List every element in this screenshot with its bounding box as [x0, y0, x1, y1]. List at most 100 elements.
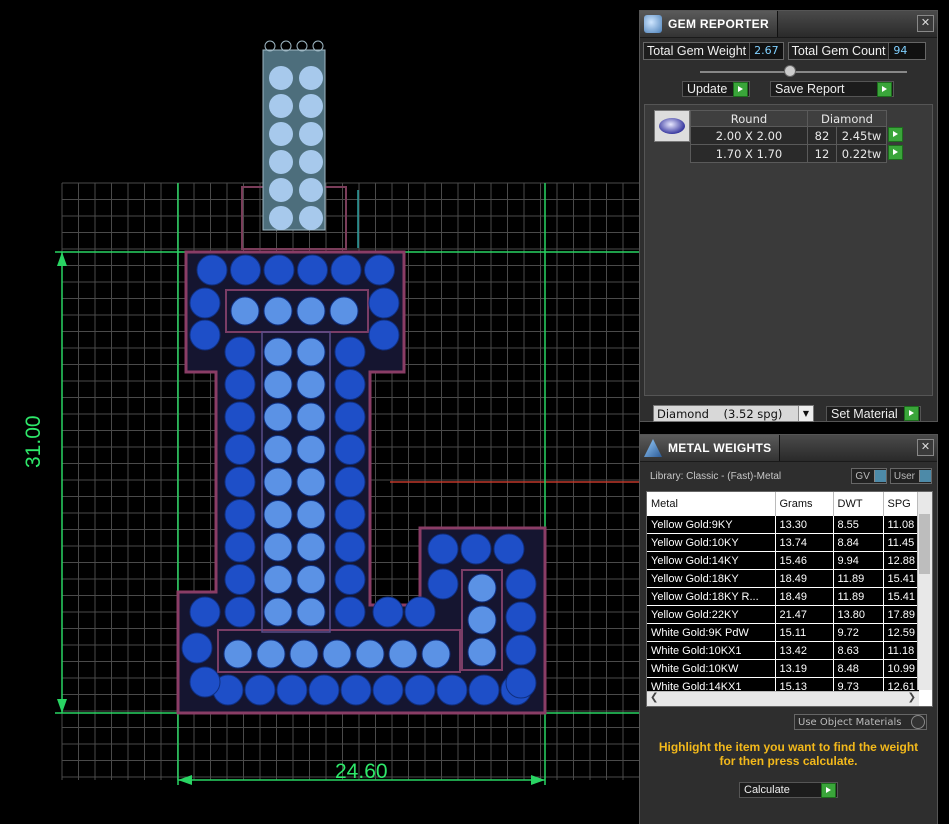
scroll-right-icon[interactable]: ❯	[908, 692, 916, 703]
scroll-left-icon[interactable]: ❮	[650, 692, 658, 703]
metal-row[interactable]: Yellow Gold:9KY 13.30 8.55 11.08	[647, 516, 920, 534]
metal-dwt: 8.55	[833, 516, 884, 534]
metal-spg: 11.18	[883, 641, 920, 660]
gem-stone	[224, 401, 256, 433]
update-button[interactable]: Update	[682, 81, 750, 97]
metal-weights-icon	[644, 439, 662, 457]
gem-stone	[505, 667, 537, 699]
bail-stone	[269, 66, 293, 90]
set-material-button[interactable]: Set Material	[826, 405, 921, 422]
gem-row[interactable]: 2.00 X 2.00 82 2.45tw	[690, 126, 906, 145]
gem-stone	[334, 564, 366, 595]
metal-spg: 17.89	[883, 605, 920, 624]
metal-dwt: 11.89	[833, 569, 884, 588]
gem-stone	[404, 596, 436, 628]
metal-grams: 13.19	[775, 659, 834, 678]
metal-weights-title: METAL WEIGHTS	[668, 441, 772, 455]
gem-stone	[329, 296, 359, 326]
dwt-column-header[interactable]: DWT	[833, 492, 884, 516]
gem-stone	[505, 601, 537, 633]
vertical-scrollbar[interactable]	[917, 492, 932, 690]
gem-table: Round Diamond 2.00 X 2.00 82 2.45tw 1.70…	[690, 110, 906, 163]
save-report-button[interactable]: Save Report	[770, 81, 894, 97]
gem-stone	[296, 467, 326, 497]
gem-stone	[334, 369, 366, 400]
gem-reporter-panel: GEM REPORTER ✕ Total Gem Weight 2.67 Tot…	[639, 10, 938, 422]
metal-row[interactable]: Yellow Gold:18KY 18.49 11.89 15.41	[647, 569, 920, 588]
gem-stone	[256, 639, 286, 669]
play-icon	[877, 81, 892, 97]
dimension-arrow	[57, 252, 67, 266]
cad-viewport[interactable]: 31.00 24.60	[0, 0, 640, 824]
gem-stone	[224, 369, 256, 400]
gem-stone	[334, 596, 366, 628]
gem-stone	[493, 533, 525, 565]
gem-stone	[263, 532, 293, 562]
gem-stone	[196, 254, 228, 286]
gem-stone	[364, 254, 395, 286]
metal-row[interactable]: White Gold:10KX1 13.42 8.63 11.18	[647, 641, 920, 660]
cad-drawing[interactable]	[0, 0, 640, 824]
metal-weights-titlebar[interactable]: METAL WEIGHTS ✕	[640, 435, 937, 462]
metal-grams: 13.42	[775, 641, 834, 660]
use-object-materials-toggle[interactable]: Use Object Materials	[794, 714, 927, 730]
gem-stone	[263, 500, 293, 529]
gem-stone	[189, 666, 221, 698]
metal-row[interactable]: Yellow Gold:10KY 13.74 8.84 11.45	[647, 533, 920, 552]
metal-grams: 18.49	[775, 587, 834, 606]
gem-stone	[334, 434, 366, 465]
metal-row[interactable]: Yellow Gold:14KY 15.46 9.94 12.88	[647, 551, 920, 570]
gem-stone	[263, 337, 293, 367]
use-object-materials-label: Use Object Materials	[798, 716, 902, 728]
metal-grams: 13.30	[775, 516, 834, 534]
play-icon[interactable]	[888, 144, 904, 160]
save-report-label: Save Report	[775, 82, 845, 96]
gem-row[interactable]: 1.70 X 1.70 12 0.22tw	[690, 144, 906, 163]
metal-column-header[interactable]: Metal	[647, 492, 776, 516]
slider-knob[interactable]	[784, 65, 796, 77]
material-select[interactable]: Diamond (3.52 spg) ▼	[653, 405, 814, 422]
play-icon[interactable]	[888, 126, 903, 142]
calculate-button[interactable]: Calculate	[739, 782, 838, 798]
gv-toggle[interactable]: GV	[851, 468, 887, 484]
metal-grams: 21.47	[775, 605, 834, 624]
metal-grams: 15.46	[775, 551, 834, 570]
gem-stone	[372, 674, 404, 706]
close-icon[interactable]: ✕	[917, 15, 934, 32]
gem-count: 12	[807, 144, 837, 163]
gem-stone	[296, 565, 326, 594]
scroll-thumb[interactable]	[919, 514, 930, 574]
chevron-down-icon[interactable]: ▼	[798, 406, 813, 421]
metal-name: Yellow Gold:10KY	[647, 533, 776, 552]
metal-weights-list[interactable]: Metal Grams DWT SPG Yellow Gold:9KY 13.30…	[646, 491, 933, 707]
metal-row[interactable]: Yellow Gold:18KY R... 18.49 11.89 15.41	[647, 587, 920, 606]
gem-weight: 0.22tw	[836, 144, 887, 163]
spg-column-header[interactable]: SPG	[883, 492, 920, 516]
metal-row[interactable]: White Gold:9K PdW 15.11 9.72 12.59	[647, 623, 920, 642]
size-slider[interactable]	[700, 65, 907, 77]
metal-row[interactable]: Yellow Gold:22KY 21.47 13.80 17.89	[647, 605, 920, 624]
gem-material-header: Diamond	[807, 110, 887, 127]
horizontal-scrollbar[interactable]: ❮ ❯	[647, 691, 919, 706]
metal-name: White Gold:10KW	[647, 659, 776, 678]
gem-stone	[340, 674, 372, 706]
user-toggle[interactable]: User	[889, 468, 932, 484]
round-diamond-thumbnail[interactable]	[654, 110, 690, 142]
bail-stone	[269, 206, 293, 230]
gem-stone	[263, 597, 293, 627]
gem-stone	[330, 254, 362, 286]
grams-column-header[interactable]: Grams	[775, 492, 834, 516]
gem-reporter-titlebar[interactable]: GEM REPORTER ✕	[640, 11, 937, 38]
play-icon	[904, 406, 919, 421]
metal-weights-panel: METAL WEIGHTS ✕ Library: Classic - (Fast…	[639, 434, 938, 824]
metal-spg: 12.59	[883, 623, 920, 642]
metal-row[interactable]: White Gold:10KW 13.19 8.48 10.99	[647, 659, 920, 678]
gem-stone	[224, 499, 256, 530]
set-material-label: Set Material	[831, 406, 898, 421]
update-button-label: Update	[687, 82, 728, 96]
gv-toggle-label: GV	[855, 470, 870, 482]
close-icon[interactable]: ✕	[917, 439, 934, 456]
metal-dwt: 11.89	[833, 587, 884, 606]
gem-stone	[263, 370, 293, 399]
user-toggle-label: User	[893, 470, 915, 482]
